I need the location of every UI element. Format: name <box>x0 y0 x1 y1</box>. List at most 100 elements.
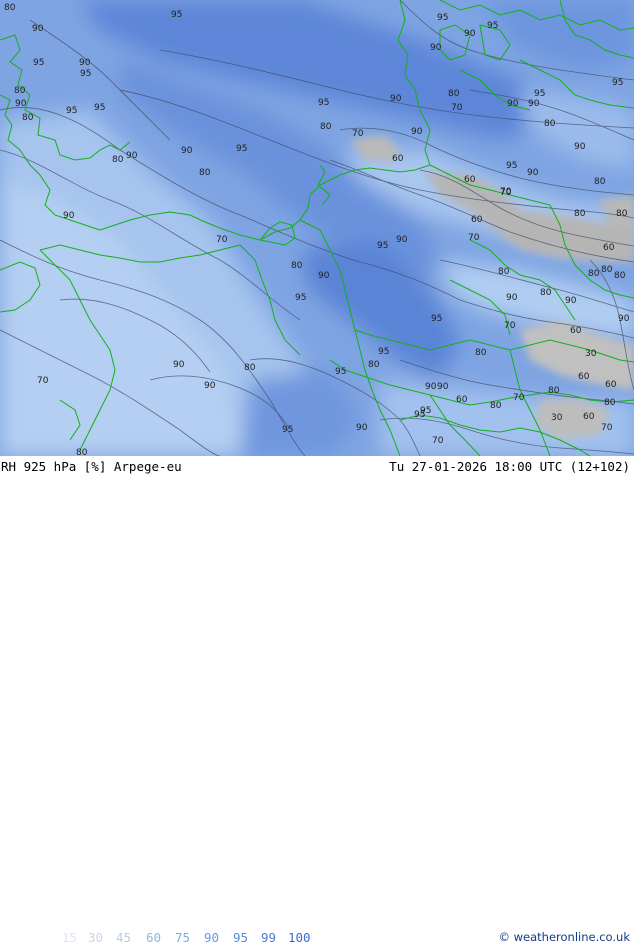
contour-label: 60 <box>578 372 590 382</box>
contour-label: 80 <box>548 386 560 396</box>
contour-label: 80 <box>291 261 303 271</box>
contour-label: 95 <box>335 367 346 377</box>
contour-label: 95 <box>295 293 306 303</box>
contour-label: 95 <box>171 10 182 20</box>
contour-label: 70 <box>468 233 480 243</box>
contour-label: 70 <box>451 103 463 113</box>
contour-label: 95 <box>282 425 293 435</box>
contour-label: 70 <box>352 129 364 139</box>
contour-label: 80 <box>614 271 626 281</box>
contour-label: 90 <box>63 211 75 221</box>
contour-label: 90 <box>356 423 368 433</box>
contour-label: 70 <box>500 188 512 198</box>
contour-label: 95 <box>236 144 247 154</box>
contour-label: 90 <box>15 99 27 109</box>
contour-label: 70 <box>37 376 49 386</box>
contour-label: 60 <box>570 326 582 336</box>
contour-label: 80 <box>368 360 380 370</box>
contour-label: 80 <box>544 119 556 129</box>
contour-label: 90 <box>464 29 476 39</box>
contour-label: 60 <box>583 412 595 422</box>
contour-label: 70 <box>432 436 444 446</box>
contour-label: 90 <box>527 168 539 178</box>
contour-label: 80 <box>574 209 586 219</box>
contour-label: 95 <box>437 13 448 23</box>
contour-label: 60 <box>603 243 615 253</box>
contour-label: 80 <box>604 398 616 408</box>
contour-label: 80 <box>588 269 600 279</box>
contour-label: 80 <box>244 363 256 373</box>
legend-value: 45 <box>116 930 132 945</box>
legend-value: 75 <box>175 930 191 945</box>
map-footer: RH 925 hPa [%] Arpege-eu Tu 27-01-2026 1… <box>0 456 634 945</box>
contour-label: 90 <box>390 94 402 104</box>
contour-label: 90 <box>32 24 44 34</box>
contour-label: 80 <box>594 177 606 187</box>
contour-label: 80 <box>199 168 211 178</box>
legend-value: 95 <box>233 930 249 945</box>
legend-value: 30 <box>88 930 104 945</box>
contour-label: 60 <box>605 380 617 390</box>
contour-label: 60 <box>456 395 468 405</box>
contour-label: 95 <box>94 103 105 113</box>
credit-link[interactable]: © weatheronline.co.uk <box>498 930 630 944</box>
contour-label: 90 <box>437 382 449 392</box>
contour-label: 70 <box>513 393 525 403</box>
contour-label: 80 <box>498 267 510 277</box>
legend-value: 100 <box>288 930 311 945</box>
contour-label: 90 <box>506 293 518 303</box>
legend-value: 60 <box>146 930 162 945</box>
contour-label: 95 <box>33 58 44 68</box>
contour-label: 95 <box>66 106 77 116</box>
legend-value: 90 <box>204 930 220 945</box>
contour-label: 80 <box>76 448 88 456</box>
legend-value: 99 <box>261 930 277 945</box>
contour-label: 90 <box>507 99 519 109</box>
contour-label: 95 <box>534 89 545 99</box>
relative-humidity-map-canvas: 809095 9590959095 90958095908095 95 90 80 9595… <box>0 0 634 456</box>
contour-label: 90 <box>565 296 577 306</box>
product-label: RH 925 hPa [%] Arpege-eu <box>1 459 182 474</box>
contour-label: 95 <box>318 98 329 108</box>
contour-label: 90 <box>79 58 91 68</box>
legend-value: 15 <box>62 930 78 945</box>
valid-time: Tu 27-01-2026 18:00 UTC (12+102) <box>389 459 630 474</box>
contour-label: 90 <box>126 151 138 161</box>
contour-label: 90 <box>396 235 408 245</box>
contour-label: 90 <box>173 360 185 370</box>
contour-label: 90 <box>318 271 330 281</box>
contour-label: 80 <box>616 209 628 219</box>
contour-label: 90 <box>618 314 630 324</box>
contour-label: 90 <box>425 382 437 392</box>
contour-label: 80 <box>4 3 16 13</box>
contour-label: 90 <box>204 381 216 391</box>
contour-label: 90 <box>411 127 423 137</box>
contour-label: 80 <box>112 155 124 165</box>
weather-map: 80 90 95 95 90 95 90 95 90 95 80 95 90 80 95 95 90 80 95 95… <box>0 0 634 456</box>
contour-label: 95 <box>378 347 389 357</box>
contour-label: 95 <box>431 314 442 324</box>
contour-label: 90 <box>181 146 193 156</box>
contour-label: 90 <box>528 99 540 109</box>
contour-label: 80 <box>320 122 332 132</box>
contour-label: 30 <box>551 413 563 423</box>
contour-label: 95 <box>612 78 623 88</box>
contour-label: 80 <box>448 89 460 99</box>
contour-label: 95 <box>506 161 517 171</box>
contour-label: 60 <box>464 175 476 185</box>
contour-label: 95 <box>420 406 431 416</box>
contour-label: 80 <box>22 113 34 123</box>
contour-label: 90 <box>574 142 586 152</box>
contour-label: 80 <box>490 401 502 411</box>
contour-label: 60 <box>392 154 404 164</box>
contour-label: 80 <box>601 265 613 275</box>
contour-label: 95 <box>377 241 388 251</box>
contour-label: 70 <box>504 321 516 331</box>
contour-label: 95 <box>487 21 498 31</box>
contour-label: 95 <box>80 69 91 79</box>
contour-label: 60 <box>471 215 483 225</box>
contour-label: 90 <box>430 43 442 53</box>
contour-label: 70 <box>601 423 613 433</box>
contour-label: 30 <box>585 349 597 359</box>
contour-label: 80 <box>475 348 487 358</box>
